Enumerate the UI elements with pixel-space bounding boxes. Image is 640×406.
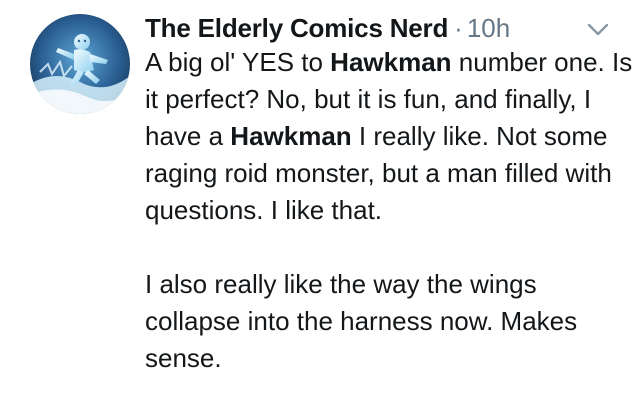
highlight-hawkman: Hawkman: [330, 47, 452, 77]
timestamp[interactable]: 10h: [467, 13, 510, 44]
tweet: The Elderly Comics Nerd · 10h A big ol' …: [0, 0, 640, 406]
tweet-menu-button[interactable]: [584, 18, 612, 42]
tweet-header: The Elderly Comics Nerd · 10h: [145, 8, 510, 48]
tweet-paragraph-1: A big ol' YES to Hawkman number one. Is …: [145, 44, 635, 229]
display-name[interactable]: The Elderly Comics Nerd: [145, 13, 448, 44]
tweet-text: A big ol' YES to Hawkman number one. Is …: [145, 44, 635, 377]
separator-dot: ·: [454, 12, 463, 43]
iceman-avatar-icon: [30, 14, 130, 114]
highlight-hawkman: Hawkman: [230, 121, 352, 151]
chevron-down-icon: [587, 23, 609, 36]
avatar[interactable]: [30, 14, 130, 114]
tweet-paragraph-2: I also really like the way the wings col…: [145, 269, 578, 373]
text-segment: A big ol' YES to: [145, 47, 331, 77]
